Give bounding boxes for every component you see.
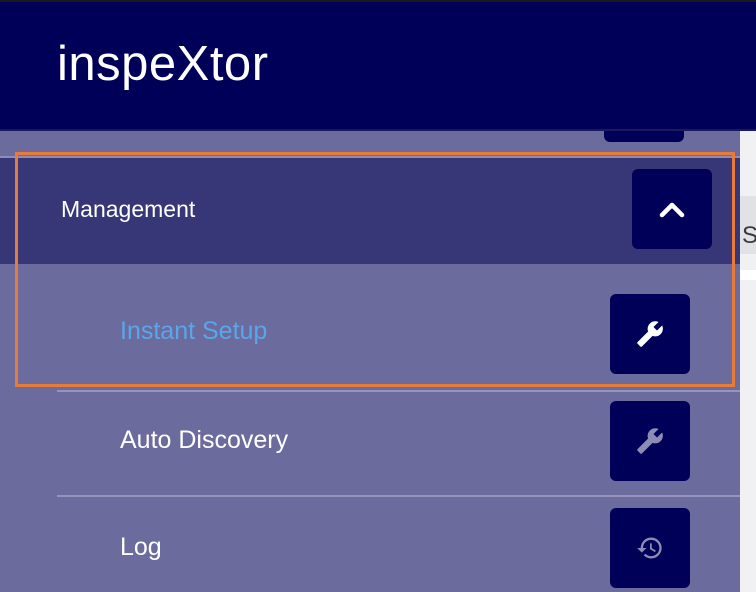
auto-discovery-button[interactable] [610, 401, 690, 481]
nav-item-auto-discovery[interactable]: Auto Discovery [0, 392, 740, 498]
nav-item-label: Log [120, 533, 162, 561]
section-management[interactable]: Management [0, 158, 740, 264]
instant-setup-button[interactable] [610, 294, 690, 374]
collapse-section-button[interactable] [632, 169, 712, 249]
nav-item-instant-setup[interactable]: Instant Setup [0, 264, 740, 374]
nav-item-label: Instant Setup [120, 317, 268, 345]
navigation-drawer: inspeXtor Management Instant Setup Auto … [0, 0, 756, 592]
chevron-up-icon [659, 202, 685, 218]
background-partial-text: S [742, 222, 756, 249]
nav-item-log[interactable]: Log [0, 497, 740, 592]
section-label: Management [61, 196, 196, 222]
wrench-icon [637, 321, 663, 347]
wrench-icon [637, 428, 663, 454]
app-title: inspeXtor [57, 37, 269, 91]
background-band-light [740, 270, 756, 280]
nav-item-label: Auto Discovery [120, 426, 289, 454]
history-icon [637, 537, 662, 559]
log-button[interactable] [610, 508, 690, 588]
app-header: inspeXtor [0, 0, 756, 131]
